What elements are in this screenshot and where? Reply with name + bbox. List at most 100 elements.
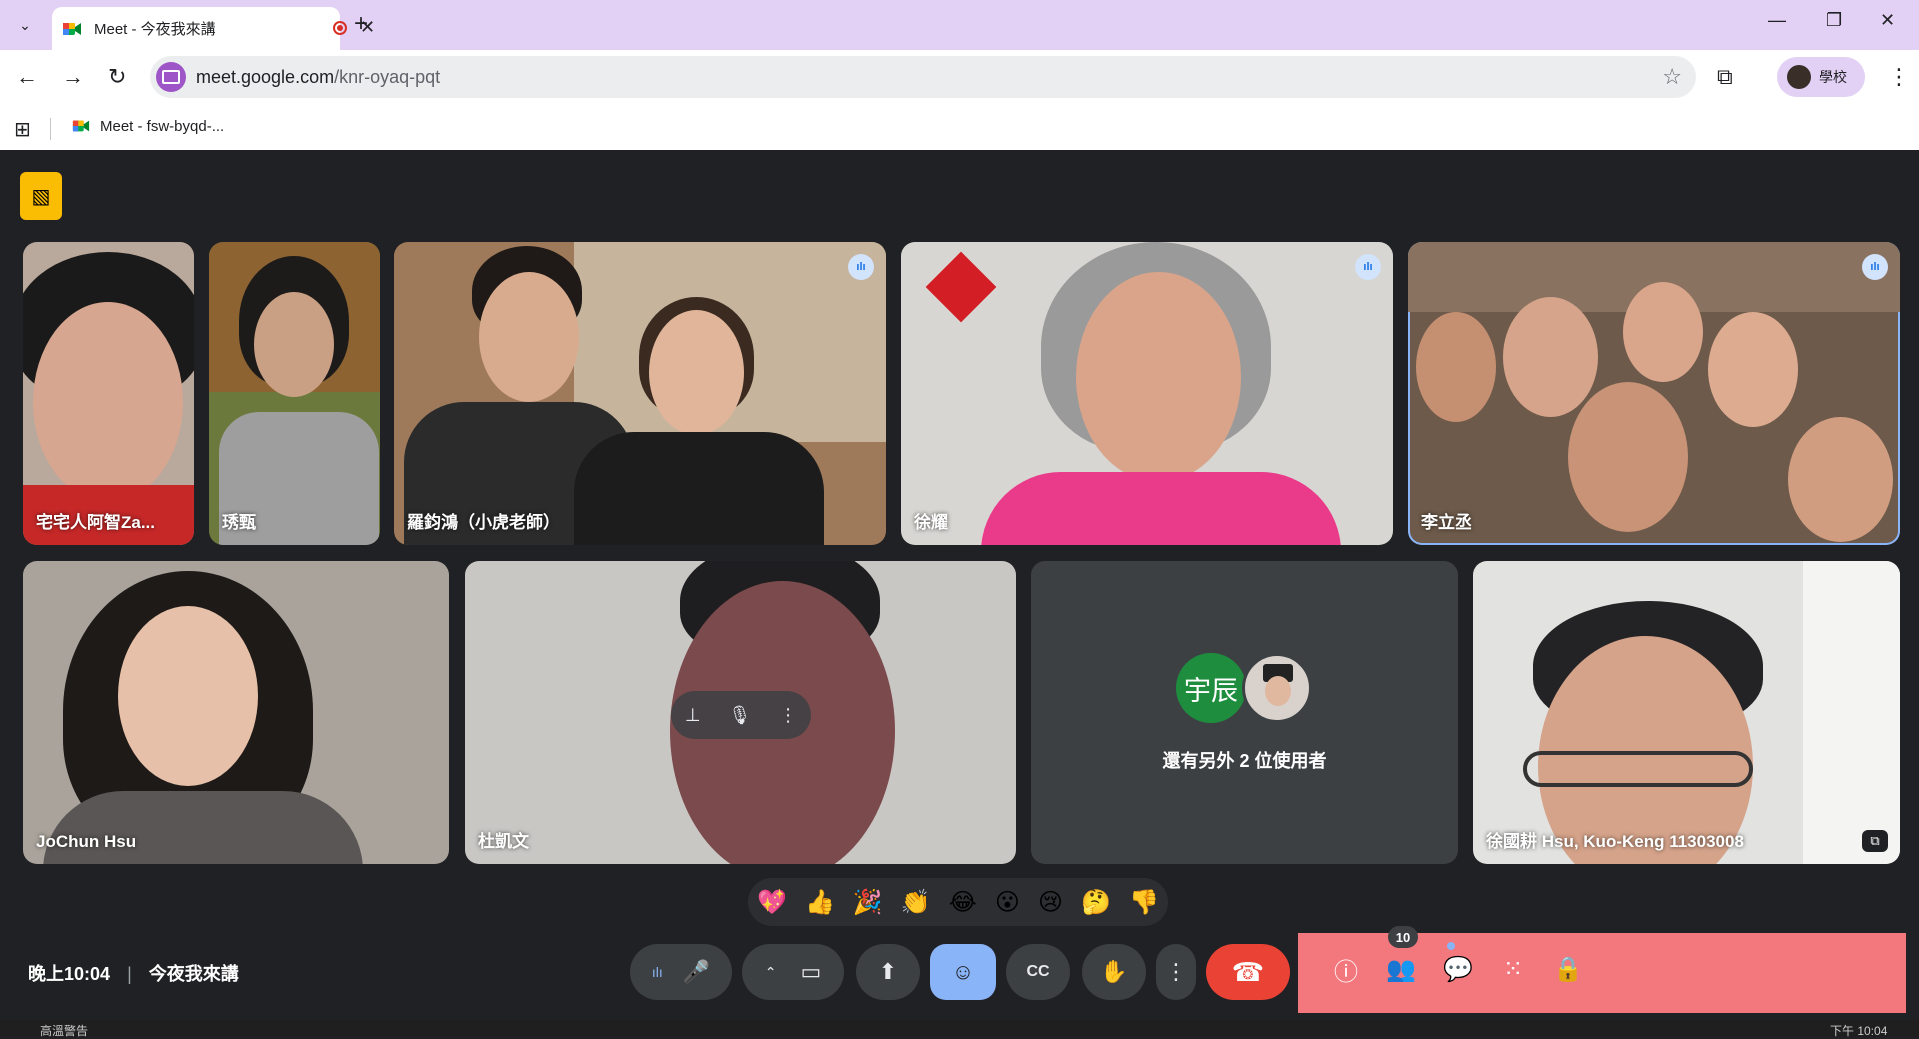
activities-grid-icon[interactable]: ⁙ — [1495, 951, 1531, 987]
captions-button[interactable]: CC — [1006, 944, 1070, 1000]
recording-icon — [333, 21, 347, 35]
meeting-details-icon[interactable]: ⓘ — [1328, 951, 1364, 987]
video-feed — [981, 472, 1341, 545]
reactions-button[interactable]: ☺ — [930, 944, 996, 1000]
present-screen-button[interactable]: ⬆ — [856, 944, 920, 1000]
avatar: 宇辰 — [1176, 653, 1246, 723]
camera-button[interactable]: ⌃ ▭ — [742, 944, 844, 1000]
bookmark-star-icon[interactable]: ☆ — [1662, 64, 1682, 90]
reaction-clap[interactable]: 👏 — [901, 888, 931, 917]
participant-tile[interactable]: 徐國耕 Hsu, Kuo-Keng 11303008 ⧉ — [1473, 561, 1900, 864]
leave-call-button[interactable]: ☎ — [1206, 944, 1290, 1000]
participant-tile[interactable]: 宅宅人阿智Za... — [23, 242, 194, 545]
back-icon[interactable]: ← — [16, 64, 38, 90]
avatar — [1242, 653, 1312, 723]
site-info-icon[interactable] — [156, 62, 186, 92]
participant-name: JoChun Hsu — [36, 832, 137, 851]
reaction-thinking[interactable]: 🤔 — [1081, 888, 1111, 917]
video-feed — [574, 432, 824, 545]
reaction-surprised[interactable]: 😮 — [995, 888, 1020, 917]
reload-icon[interactable]: ↻ — [108, 64, 126, 90]
more-menu-icon[interactable]: ⋮ — [1888, 64, 1910, 90]
participant-tile[interactable]: ılı 徐耀 — [901, 242, 1393, 545]
video-feed — [1623, 282, 1703, 382]
meet-logo-icon — [63, 22, 81, 35]
people-icon[interactable]: 👥 — [1383, 951, 1419, 987]
chevron-up-icon[interactable]: ⌃ — [765, 964, 777, 981]
address-bar[interactable]: meet.google.com/knr-oyaq-pqt ☆ — [150, 56, 1696, 98]
speaking-indicator-icon: ılı — [1355, 254, 1381, 280]
participant-tile[interactable]: JoChun Hsu — [23, 561, 449, 864]
reaction-heart[interactable]: 💖 — [757, 888, 787, 917]
video-feed — [649, 310, 744, 435]
reaction-laugh[interactable]: 😂 — [949, 888, 977, 917]
reaction-party[interactable]: 🎉 — [853, 888, 883, 917]
meeting-title: 今夜我來講 — [148, 964, 239, 984]
video-feed — [33, 302, 183, 502]
host-controls-lock-icon[interactable]: 🔒 — [1550, 951, 1586, 987]
more-options-icon: ⋮ — [1165, 959, 1187, 984]
microphone-icon[interactable]: 🎙 — [728, 705, 751, 726]
present-screen-icon: ⬆ — [878, 959, 898, 984]
tab-strip: ⌄ Meet - 今夜我來講 ✕ + — ❐ ✕ — [0, 0, 1919, 50]
picture-in-picture-icon[interactable]: ⧉ — [1862, 830, 1888, 852]
tile-hover-controls: ⊥ 🎙 ⋮ — [671, 691, 811, 739]
video-camera-icon: ▭ — [800, 959, 822, 984]
bookmark-item[interactable]: Meet - fsw-byqd-... — [72, 117, 224, 135]
divider: | — [127, 964, 132, 984]
forward-icon[interactable]: → — [62, 64, 84, 90]
participant-name: 羅鈞鴻（小虎老師） — [407, 513, 560, 532]
audio-level-icon: ılı — [651, 964, 663, 980]
participant-tile[interactable]: 琇甄 — [209, 242, 380, 545]
new-tab-button[interactable]: + — [354, 10, 368, 38]
no-video-badge-icon[interactable]: ▧ — [20, 172, 62, 220]
reaction-thumbs-down[interactable]: 👎 — [1129, 888, 1159, 917]
raise-hand-button[interactable]: ✋ — [1082, 944, 1146, 1000]
chevron-down-icon: ⌄ — [19, 16, 31, 33]
minimize-icon[interactable]: — — [1768, 10, 1786, 31]
hang-up-icon: ☎ — [1231, 956, 1265, 987]
more-options-button[interactable]: ⋮ — [1156, 944, 1196, 1000]
side-panel-controls: ⓘ 👥 💬 ⁙ 🔒 — [1298, 933, 1906, 1013]
bookmark-label: Meet - fsw-byqd-... — [100, 117, 225, 135]
reaction-sad[interactable]: 😢 — [1038, 888, 1063, 917]
speaking-indicator-icon: ılı — [848, 254, 874, 280]
meeting-info: 晚上10:04 | 今夜我來講 — [28, 960, 239, 986]
extensions-icon[interactable]: ⧉ — [1717, 64, 1733, 90]
url-text: meet.google.com/knr-oyaq-pqt — [196, 67, 441, 87]
video-feed — [479, 272, 579, 402]
bookmarks-bar: ⊞ Meet - fsw-byqd-... — [0, 108, 1919, 150]
chat-notification-dot — [1445, 940, 1457, 952]
video-feed — [1708, 312, 1798, 427]
participant-name: 徐國耕 Hsu, Kuo-Keng 11303008 — [1486, 832, 1744, 851]
video-feed — [1076, 272, 1241, 482]
close-window-icon[interactable]: ✕ — [1880, 10, 1895, 31]
video-feed — [1523, 751, 1753, 787]
browser-tab[interactable]: Meet - 今夜我來講 ✕ — [52, 7, 375, 50]
pin-icon[interactable]: ⊥ — [685, 705, 701, 726]
participant-tile[interactable]: ılı 羅鈞鴻（小虎老師） — [394, 242, 886, 545]
more-options-icon[interactable]: ⋮ — [779, 705, 797, 726]
reactions-bar: 💖 👍 🎉 👏 😂 😮 😢 🤔 👎 — [748, 878, 1168, 926]
participant-name: 杜凱文 — [478, 832, 529, 851]
profile-button[interactable]: 學校 — [1777, 57, 1865, 97]
chat-icon[interactable]: 💬 — [1440, 951, 1476, 987]
speaking-indicator-icon: ılı — [1862, 254, 1888, 280]
apps-grid-icon[interactable]: ⊞ — [14, 117, 31, 142]
participant-tile[interactable]: ılı 李立丞 — [1408, 242, 1900, 545]
video-feed — [118, 606, 258, 786]
tab-search-button[interactable]: ⌄ — [10, 10, 40, 40]
avatar — [1787, 65, 1811, 89]
microphone-button[interactable]: ılı 🎤 — [630, 944, 732, 1000]
reaction-thumbs-up[interactable]: 👍 — [805, 888, 835, 917]
others-avatars: 宇辰 — [1176, 653, 1316, 723]
restore-icon[interactable]: ❐ — [1826, 10, 1842, 31]
raise-hand-icon: ✋ — [1100, 959, 1128, 984]
microphone-icon: 🎤 — [682, 959, 711, 984]
divider — [50, 118, 51, 140]
system-clock: 下午 10:04 — [1830, 1024, 1888, 1038]
video-feed — [925, 251, 997, 323]
others-tile[interactable]: 宇辰 還有另外 2 位使用者 — [1031, 561, 1458, 864]
participant-tile[interactable]: ⊥ 🎙 ⋮ 杜凱文 — [465, 561, 1016, 864]
weather-widget[interactable]: 高溫警告 — [40, 1022, 88, 1039]
